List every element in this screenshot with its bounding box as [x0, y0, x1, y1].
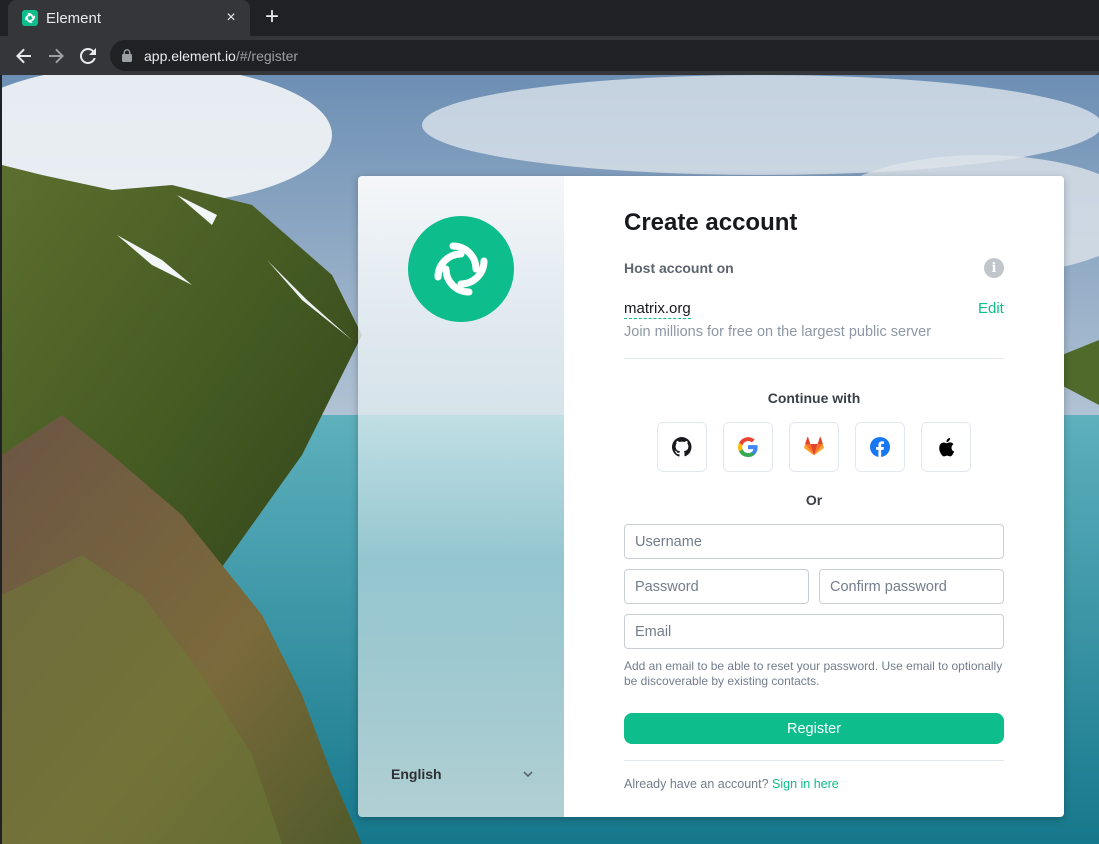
google-sso-button[interactable]	[723, 422, 773, 472]
continue-with-label: Continue with	[767, 390, 861, 406]
auth-sidebar: English	[358, 176, 564, 817]
username-field[interactable]: Username	[624, 524, 1004, 559]
forward-arrow-icon[interactable]	[44, 44, 68, 68]
tab-title: Element	[46, 9, 102, 27]
gitlab-icon	[804, 437, 824, 456]
url-text: app.element.io/#/register	[144, 48, 298, 64]
registration-form: Create account Host account on i matrix.…	[564, 176, 1064, 817]
new-tab-button[interactable]: +	[260, 5, 284, 30]
page-viewport: English Create account Host account on i…	[2, 75, 1099, 844]
homeserver-name: matrix.org	[624, 300, 691, 319]
url-path: /#/register	[235, 47, 299, 64]
element-logo-icon	[408, 216, 514, 322]
browser-tabstrip: Element × +	[0, 0, 1099, 36]
language-selector[interactable]: English	[391, 766, 533, 782]
sso-buttons	[657, 422, 971, 472]
url-host: app.element.io	[144, 47, 236, 64]
address-bar[interactable]: app.element.io/#/register	[110, 40, 1099, 71]
or-separator: Or	[805, 492, 823, 508]
element-favicon-icon	[22, 10, 38, 26]
email-hint: Add an email to be able to reset your pa…	[624, 659, 1003, 688]
gitlab-sso-button[interactable]	[789, 422, 839, 472]
reload-icon[interactable]	[76, 44, 100, 68]
apple-sso-button[interactable]	[921, 422, 971, 472]
edit-server-link[interactable]: Edit	[978, 300, 1004, 317]
facebook-sso-button[interactable]	[855, 422, 905, 472]
sign-in-prompt: Already have an account? Sign in here	[624, 777, 839, 791]
page-title: Create account	[624, 209, 798, 236]
facebook-icon	[870, 437, 890, 457]
browser-toolbar: app.element.io/#/register	[0, 36, 1099, 75]
github-icon	[672, 437, 692, 457]
language-label: English	[391, 766, 442, 782]
github-sso-button[interactable]	[657, 422, 707, 472]
chevron-down-icon	[523, 770, 533, 777]
divider	[624, 358, 1004, 359]
back-arrow-icon[interactable]	[12, 44, 36, 68]
lock-icon	[122, 49, 132, 62]
homeserver-description: Join millions for free on the largest pu…	[624, 324, 932, 340]
browser-tab[interactable]: Element ×	[8, 0, 250, 36]
info-icon[interactable]: i	[984, 258, 1004, 278]
already-account-text: Already have an account?	[624, 777, 769, 791]
close-tab-icon[interactable]: ×	[222, 9, 240, 27]
register-button[interactable]: Register	[624, 713, 1004, 744]
divider	[624, 760, 1004, 761]
password-field[interactable]: Password	[624, 569, 809, 604]
apple-icon	[939, 437, 955, 457]
google-icon	[738, 437, 758, 458]
host-account-label: Host account on	[624, 260, 734, 276]
email-field[interactable]: Email	[624, 614, 1004, 649]
sign-in-link[interactable]: Sign in here	[772, 777, 839, 791]
auth-card: English Create account Host account on i…	[358, 176, 1064, 817]
confirm-password-field[interactable]: Confirm password	[819, 569, 1004, 604]
